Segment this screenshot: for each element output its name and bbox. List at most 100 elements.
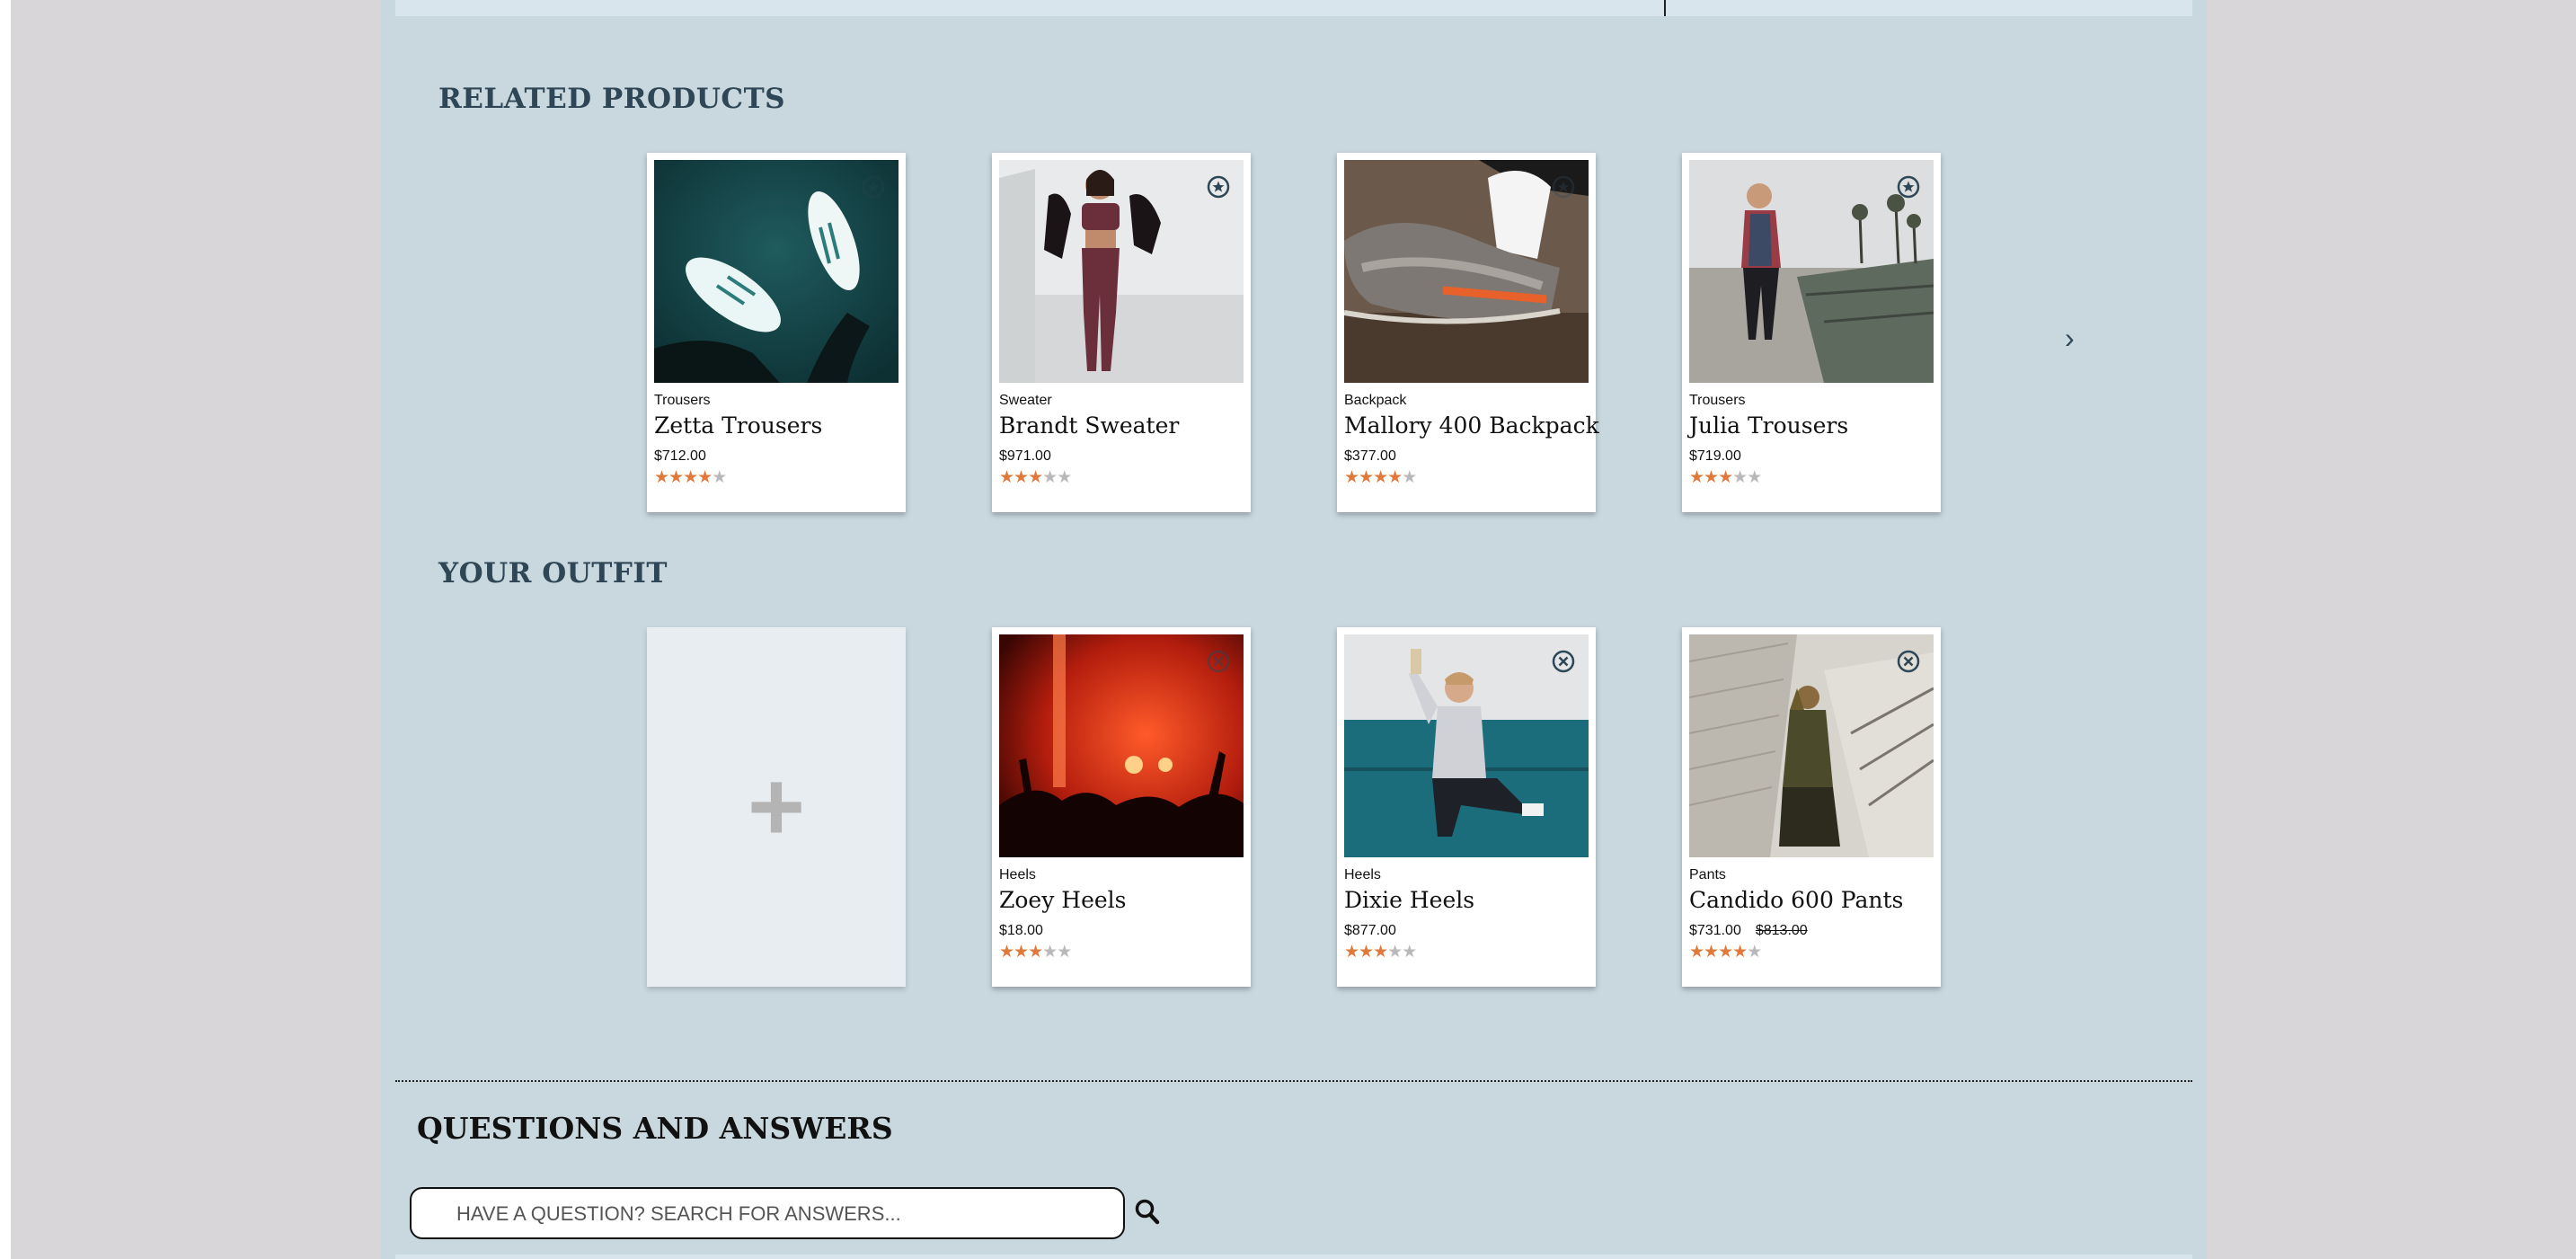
- star-rating: ★★★★★: [1689, 943, 1762, 962]
- product-name[interactable]: Zoey Heels: [999, 887, 1127, 913]
- rating-star-icon: ★: [1747, 943, 1762, 962]
- rating-star-icon: ★: [999, 468, 1014, 487]
- rating-star-icon: ★: [654, 468, 669, 487]
- sale-price: $18.00: [999, 923, 1043, 938]
- star-circle-icon[interactable]: [1896, 174, 1921, 199]
- star-rating: ★★★★★: [1344, 943, 1417, 962]
- star-rating: ★★★★★: [1689, 468, 1762, 487]
- product-category: Pants: [1689, 867, 1726, 882]
- rating-star-icon: ★: [1359, 943, 1374, 962]
- add-to-outfit-card[interactable]: +: [647, 627, 906, 987]
- rating-star-icon: ★: [668, 468, 684, 487]
- product-name[interactable]: Dixie Heels: [1344, 887, 1474, 913]
- sale-price: $877.00: [1344, 923, 1396, 938]
- close-circle-icon[interactable]: [1206, 649, 1231, 674]
- sale-price: $377.00: [1344, 448, 1396, 464]
- rating-star-icon: ★: [1704, 943, 1719, 962]
- top-overview-strip: [395, 0, 2192, 16]
- close-circle-icon[interactable]: [1551, 649, 1576, 674]
- rating-star-icon: ★: [1344, 468, 1359, 487]
- rating-star-icon: ★: [1042, 468, 1058, 487]
- rating-star-icon: ★: [1028, 468, 1043, 487]
- product-price: $719.00: [1689, 448, 1741, 465]
- rating-star-icon: ★: [1344, 943, 1359, 962]
- outfit-product-card[interactable]: Heels Zoey Heels $18.00 ★★★★★: [992, 627, 1251, 987]
- rating-star-icon: ★: [1373, 468, 1388, 487]
- product-name[interactable]: Julia Trousers: [1689, 412, 1848, 439]
- rating-star-icon: ★: [1028, 943, 1043, 962]
- left-edge-strip: [0, 0, 11, 1259]
- product-price: $731.00 $813.00: [1689, 923, 1808, 939]
- product-category: Backpack: [1344, 393, 1407, 408]
- question-search-box[interactable]: [410, 1187, 1125, 1239]
- product-category: Heels: [1344, 867, 1381, 882]
- product-category: Trousers: [654, 393, 711, 408]
- sale-price: $971.00: [999, 448, 1051, 464]
- related-products-heading: RELATED PRODUCTS: [438, 83, 786, 115]
- related-product-card[interactable]: Backpack Mallory 400 Backpack $377.00 ★★…: [1337, 153, 1599, 512]
- bottom-strip: [395, 1255, 2192, 1259]
- section-divider: [395, 1080, 2192, 1082]
- rating-star-icon: ★: [1014, 943, 1029, 962]
- star-rating: ★★★★★: [999, 943, 1072, 962]
- product-category: Heels: [999, 867, 1036, 882]
- star-circle-icon[interactable]: [861, 174, 886, 199]
- rating-star-icon: ★: [1689, 468, 1704, 487]
- search-icon[interactable]: [1134, 1198, 1161, 1227]
- related-product-card[interactable]: Sweater Brandt Sweater $971.00 ★★★★★: [992, 153, 1251, 512]
- related-product-card[interactable]: Trousers Julia Trousers $719.00 ★★★★★: [1682, 153, 1941, 512]
- sale-price: $719.00: [1689, 448, 1741, 464]
- rating-star-icon: ★: [999, 943, 1014, 962]
- your-outfit-heading: YOUR OUTFIT: [438, 557, 668, 590]
- product-detail-panel: RELATED PRODUCTS Trousers Zetta Trousers…: [381, 0, 2207, 1259]
- rating-star-icon: ★: [1689, 943, 1704, 962]
- sale-price: $712.00: [654, 448, 706, 464]
- rating-star-icon: ★: [697, 468, 713, 487]
- outfit-product-card[interactable]: Heels Dixie Heels $877.00 ★★★★★: [1337, 627, 1596, 987]
- rating-star-icon: ★: [1704, 468, 1719, 487]
- rating-star-icon: ★: [1057, 943, 1072, 962]
- product-price: $877.00: [1344, 923, 1396, 939]
- rating-star-icon: ★: [1402, 943, 1417, 962]
- rating-star-icon: ★: [1387, 943, 1403, 962]
- original-price: $813.00: [1755, 923, 1808, 938]
- related-product-card[interactable]: Trousers Zetta Trousers $712.00 ★★★★★: [647, 153, 906, 512]
- product-category: Sweater: [999, 393, 1052, 408]
- star-rating: ★★★★★: [999, 468, 1072, 487]
- product-price: $971.00: [999, 448, 1051, 465]
- star-rating: ★★★★★: [654, 468, 727, 487]
- rating-star-icon: ★: [1402, 468, 1417, 487]
- rating-star-icon: ★: [1718, 943, 1733, 962]
- outfit-product-card[interactable]: Pants Candido 600 Pants $731.00 $813.00 ★…: [1682, 627, 1941, 987]
- rating-star-icon: ★: [1042, 943, 1058, 962]
- sale-price: $731.00: [1689, 923, 1741, 938]
- questions-answers-heading: QUESTIONS AND ANSWERS: [417, 1111, 893, 1146]
- product-name[interactable]: Brandt Sweater: [999, 412, 1179, 439]
- product-price: $377.00: [1344, 448, 1396, 465]
- rating-star-icon: ★: [1732, 468, 1748, 487]
- product-name[interactable]: Mallory 400 Backpack: [1344, 412, 1599, 439]
- star-rating: ★★★★★: [1344, 468, 1417, 487]
- product-name[interactable]: Zetta Trousers: [654, 412, 822, 439]
- product-name[interactable]: Candido 600 Pants: [1689, 887, 1903, 913]
- rating-star-icon: ★: [1747, 468, 1762, 487]
- question-search-input[interactable]: [455, 1200, 1105, 1228]
- carousel-next-arrow[interactable]: ›: [2065, 322, 2075, 355]
- section-caret: [1664, 0, 1666, 16]
- rating-star-icon: ★: [683, 468, 698, 487]
- rating-star-icon: ★: [1718, 468, 1733, 487]
- rating-star-icon: ★: [1373, 943, 1388, 962]
- rating-star-icon: ★: [1387, 468, 1403, 487]
- rating-star-icon: ★: [1359, 468, 1374, 487]
- product-category: Trousers: [1689, 393, 1746, 408]
- star-circle-icon[interactable]: [1551, 174, 1576, 199]
- product-price: $18.00: [999, 923, 1043, 939]
- rating-star-icon: ★: [1732, 943, 1748, 962]
- rating-star-icon: ★: [712, 468, 727, 487]
- rating-star-icon: ★: [1057, 468, 1072, 487]
- close-circle-icon[interactable]: [1896, 649, 1921, 674]
- plus-icon: +: [747, 751, 806, 862]
- product-price: $712.00: [654, 448, 706, 465]
- rating-star-icon: ★: [1014, 468, 1029, 487]
- star-circle-icon[interactable]: [1206, 174, 1231, 199]
